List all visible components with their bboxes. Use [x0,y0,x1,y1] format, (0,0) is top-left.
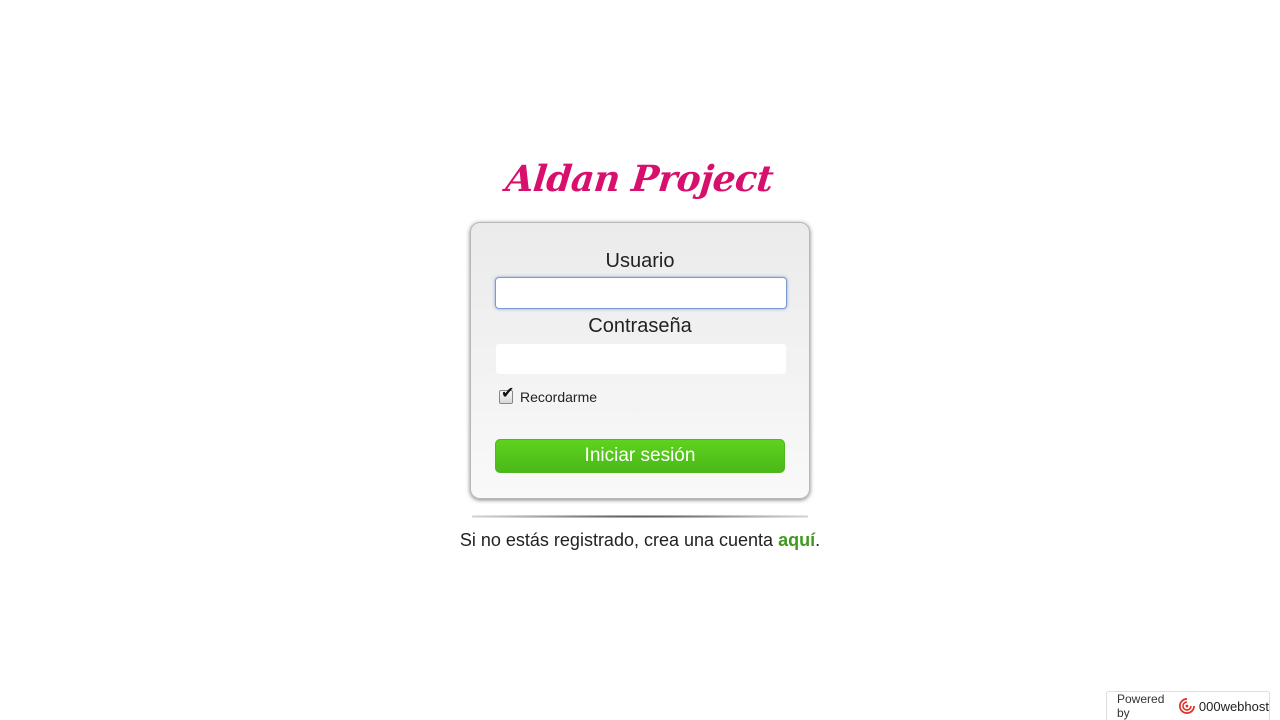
username-input[interactable] [495,277,787,309]
remember-me: ✔ Recordarme [499,386,598,405]
register-prompt: Si no estás registrado, crea una cuenta … [0,530,1280,551]
powered-by-badge[interactable]: Powered by 000webhost [1106,691,1270,720]
checkmark-icon: ✔ [501,385,515,402]
register-link[interactable]: aquí [778,530,815,550]
logo-text: Aldan Project [503,158,776,200]
username-label: Usuario [605,250,675,272]
password-label: Contraseña [588,315,692,337]
login-form: Usuario Contraseña ✔ Recordarme Iniciar … [470,222,810,499]
remember-label: Recordarme [520,389,598,405]
site-logo: Aldan Project [503,150,776,208]
divider [472,515,808,518]
password-input[interactable] [495,343,787,375]
powered-by-label: Powered by [1117,692,1165,720]
login-button[interactable]: Iniciar sesión [495,439,785,473]
register-prompt-suffix: . [815,530,821,550]
webhost-brand: 000webhost [1198,698,1269,714]
remember-checkbox[interactable]: ✔ [499,386,514,404]
register-prompt-text: Si no estás registrado, crea una cuenta [459,530,779,550]
webhost-logo-icon [1179,698,1195,714]
